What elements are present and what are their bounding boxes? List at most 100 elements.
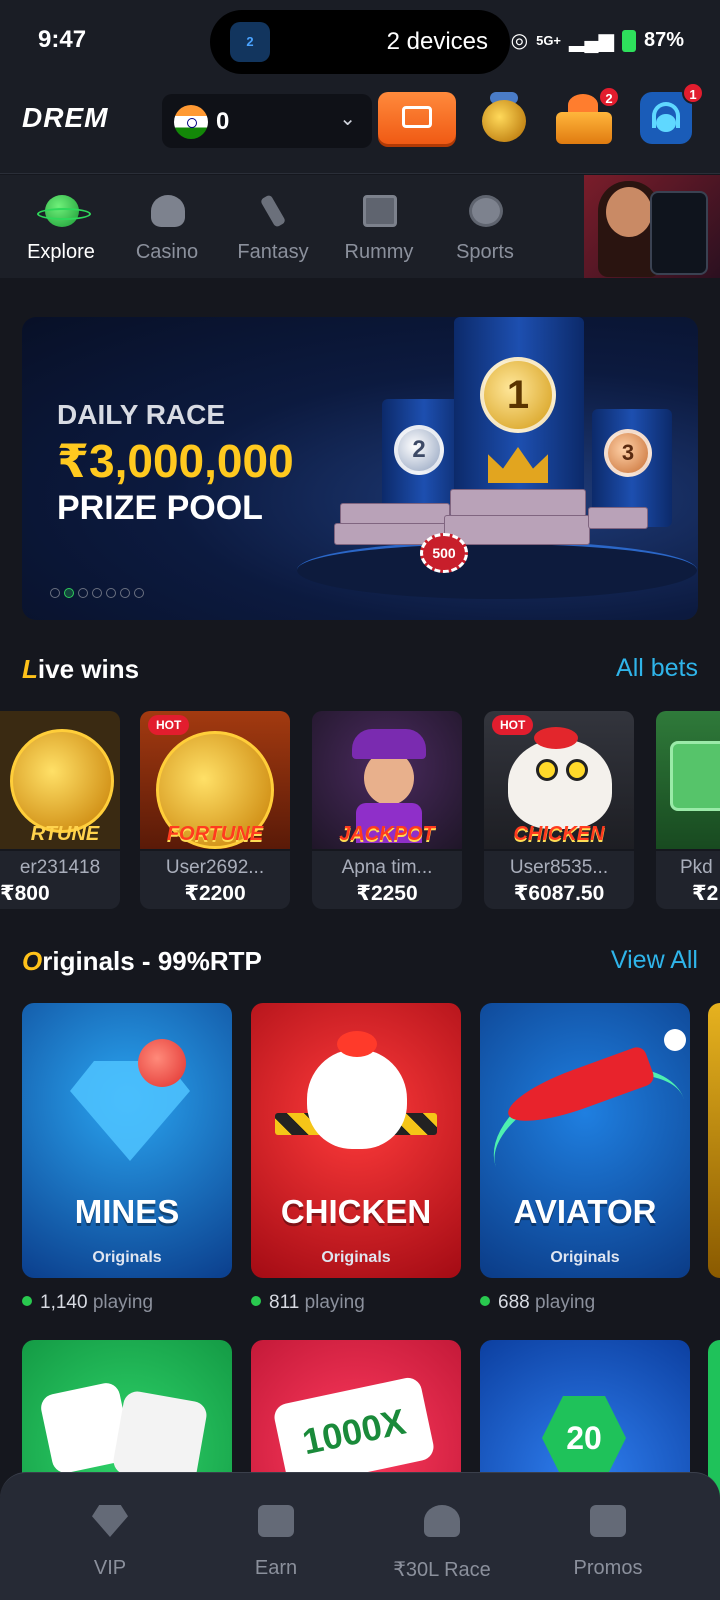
banner-line-3: PRIZE POOL xyxy=(57,489,263,527)
football-icon xyxy=(469,195,503,227)
wallet-icon xyxy=(402,106,432,128)
chicken-icon xyxy=(307,1049,407,1149)
tab-casino[interactable]: Casino xyxy=(115,175,219,278)
cash-stack xyxy=(340,503,450,525)
carousel-dot[interactable] xyxy=(92,588,102,598)
trail-dot xyxy=(664,1029,686,1051)
game-card-aviator[interactable]: AVIATOR Originals xyxy=(480,1003,690,1278)
card-art xyxy=(670,741,720,811)
broadcast-icon: 2 xyxy=(230,22,270,62)
carousel-dot[interactable] xyxy=(50,588,60,598)
carousel-dot-active[interactable] xyxy=(64,588,74,598)
treasure-chest-icon xyxy=(556,112,612,144)
live-win-card[interactable]: Pkd ₹2 xyxy=(656,711,720,909)
title-initial: O xyxy=(22,946,43,976)
players-count: 1,140 playing xyxy=(22,1292,153,1314)
online-dot xyxy=(480,1296,490,1306)
wallet-button[interactable] xyxy=(378,92,456,144)
carousel-dot[interactable] xyxy=(106,588,116,598)
live-win-card[interactable]: FORTUNE HOT User2692... ₹2200 xyxy=(140,711,290,909)
nav-label: VIP xyxy=(93,1557,127,1579)
win-amount: ₹800 xyxy=(0,882,50,905)
gold-jar-button[interactable] xyxy=(476,90,532,146)
chicken-eye xyxy=(566,759,588,781)
game-title: CHICKEN xyxy=(280,1193,432,1230)
balance-selector[interactable]: 0 ⌄ xyxy=(162,94,372,148)
live-win-card[interactable]: CHICKEN HOT User8535... ₹6087.50 xyxy=(484,711,634,909)
game-art-text: RTUNE xyxy=(30,823,100,845)
all-bets-link[interactable]: All bets xyxy=(616,654,698,683)
cash-stack xyxy=(588,507,648,529)
nav-earn[interactable]: Earn xyxy=(186,1473,366,1600)
island-text: 2 devices xyxy=(386,28,488,55)
game-title: MINES xyxy=(74,1193,180,1230)
signal-icon: ▂▄▆ xyxy=(569,30,614,52)
game-art: RTUNE xyxy=(0,711,120,849)
hot-badge: HOT xyxy=(148,715,190,735)
count-label: playing xyxy=(534,1292,596,1313)
tab-explore[interactable]: Explore xyxy=(9,175,113,278)
dynamic-island[interactable]: 2 2 devices xyxy=(210,10,510,74)
tab-sports[interactable]: Sports xyxy=(433,175,537,278)
cash-stack xyxy=(444,515,590,545)
bronze-medal-icon: 3 xyxy=(604,429,652,477)
title-rest: ive wins xyxy=(37,654,140,684)
game-art xyxy=(656,711,720,849)
online-dot xyxy=(251,1296,261,1306)
support-button[interactable]: 1 xyxy=(640,82,704,144)
chicken-comb xyxy=(534,727,578,749)
win-amount: ₹6087.50 xyxy=(513,882,605,905)
count-value: 688 xyxy=(498,1292,530,1313)
diamond-icon xyxy=(92,1505,128,1537)
game-art-text: CHICKEN xyxy=(513,823,605,845)
banner-line-1: DAILY RACE xyxy=(57,399,226,430)
carousel-dot[interactable] xyxy=(78,588,88,598)
win-meta: er231418 ₹800 xyxy=(0,851,120,909)
promo-model-face xyxy=(606,187,652,237)
nav-label: Promos xyxy=(573,1557,643,1579)
tab-label: Sports xyxy=(456,241,514,263)
win-meta: Pkd ₹2 xyxy=(656,851,720,909)
planet-icon xyxy=(37,195,91,227)
promo-banner[interactable]: DAILY RACE ₹3,000,000 PRIZE POOL 1 2 3 5… xyxy=(22,317,698,620)
nav-label: ₹30L Race xyxy=(393,1559,491,1581)
count-value: 1,140 xyxy=(40,1292,88,1313)
promo-thumbnail[interactable] xyxy=(584,175,720,278)
cards-icon xyxy=(363,195,397,227)
game-card-chicken[interactable]: CHICKEN Originals xyxy=(251,1003,461,1278)
win-user: Apna tim... xyxy=(341,857,433,878)
nav-race[interactable]: ₹30L Race xyxy=(352,1473,532,1600)
game-card-mines[interactable]: MINES Originals xyxy=(22,1003,232,1278)
nav-promos[interactable]: Promos xyxy=(518,1473,698,1600)
nav-vip[interactable]: VIP xyxy=(20,1473,200,1600)
live-wins-title: Live wins xyxy=(22,654,139,685)
number-gem-icon: 20 xyxy=(542,1396,626,1480)
live-win-card[interactable]: RTUNE er231418 ₹800 xyxy=(0,711,120,909)
tab-rummy[interactable]: Rummy xyxy=(327,175,431,278)
online-dot xyxy=(22,1296,32,1306)
tab-fantasy[interactable]: Fantasy xyxy=(221,175,325,278)
win-amount: ₹2200 xyxy=(184,882,246,905)
nav-label: Earn xyxy=(254,1557,298,1579)
view-all-link[interactable]: View All xyxy=(611,946,698,975)
battery-icon xyxy=(621,29,636,52)
status-time: 9:47 xyxy=(38,26,87,53)
category-nav: Explore Casino Fantasy Rummy Sports xyxy=(0,175,720,278)
title-rest: riginals - 99%RTP xyxy=(42,946,262,976)
live-win-card[interactable]: JACKPOT Apna tim... ₹2250 xyxy=(312,711,462,909)
game-subtitle: Originals xyxy=(92,1249,162,1266)
brand-logo[interactable]: DREM xyxy=(22,102,108,134)
jester-hat xyxy=(352,729,426,759)
cricket-bat-icon xyxy=(259,194,287,228)
game-card-partial[interactable] xyxy=(708,1003,720,1278)
carousel-dot[interactable] xyxy=(120,588,130,598)
support-face xyxy=(656,114,676,132)
count-value: 811 xyxy=(269,1292,300,1313)
carousel-dots[interactable] xyxy=(50,588,144,598)
carousel-dot[interactable] xyxy=(134,588,144,598)
support-badge: 1 xyxy=(682,82,704,104)
players-count: 811 playing xyxy=(251,1292,365,1314)
win-meta: Apna tim... ₹2250 xyxy=(312,851,462,909)
rewards-chest-button[interactable]: 2 xyxy=(554,86,620,146)
status-indicators: ◎ 5G+ ▂▄▆ 87% xyxy=(511,28,684,53)
